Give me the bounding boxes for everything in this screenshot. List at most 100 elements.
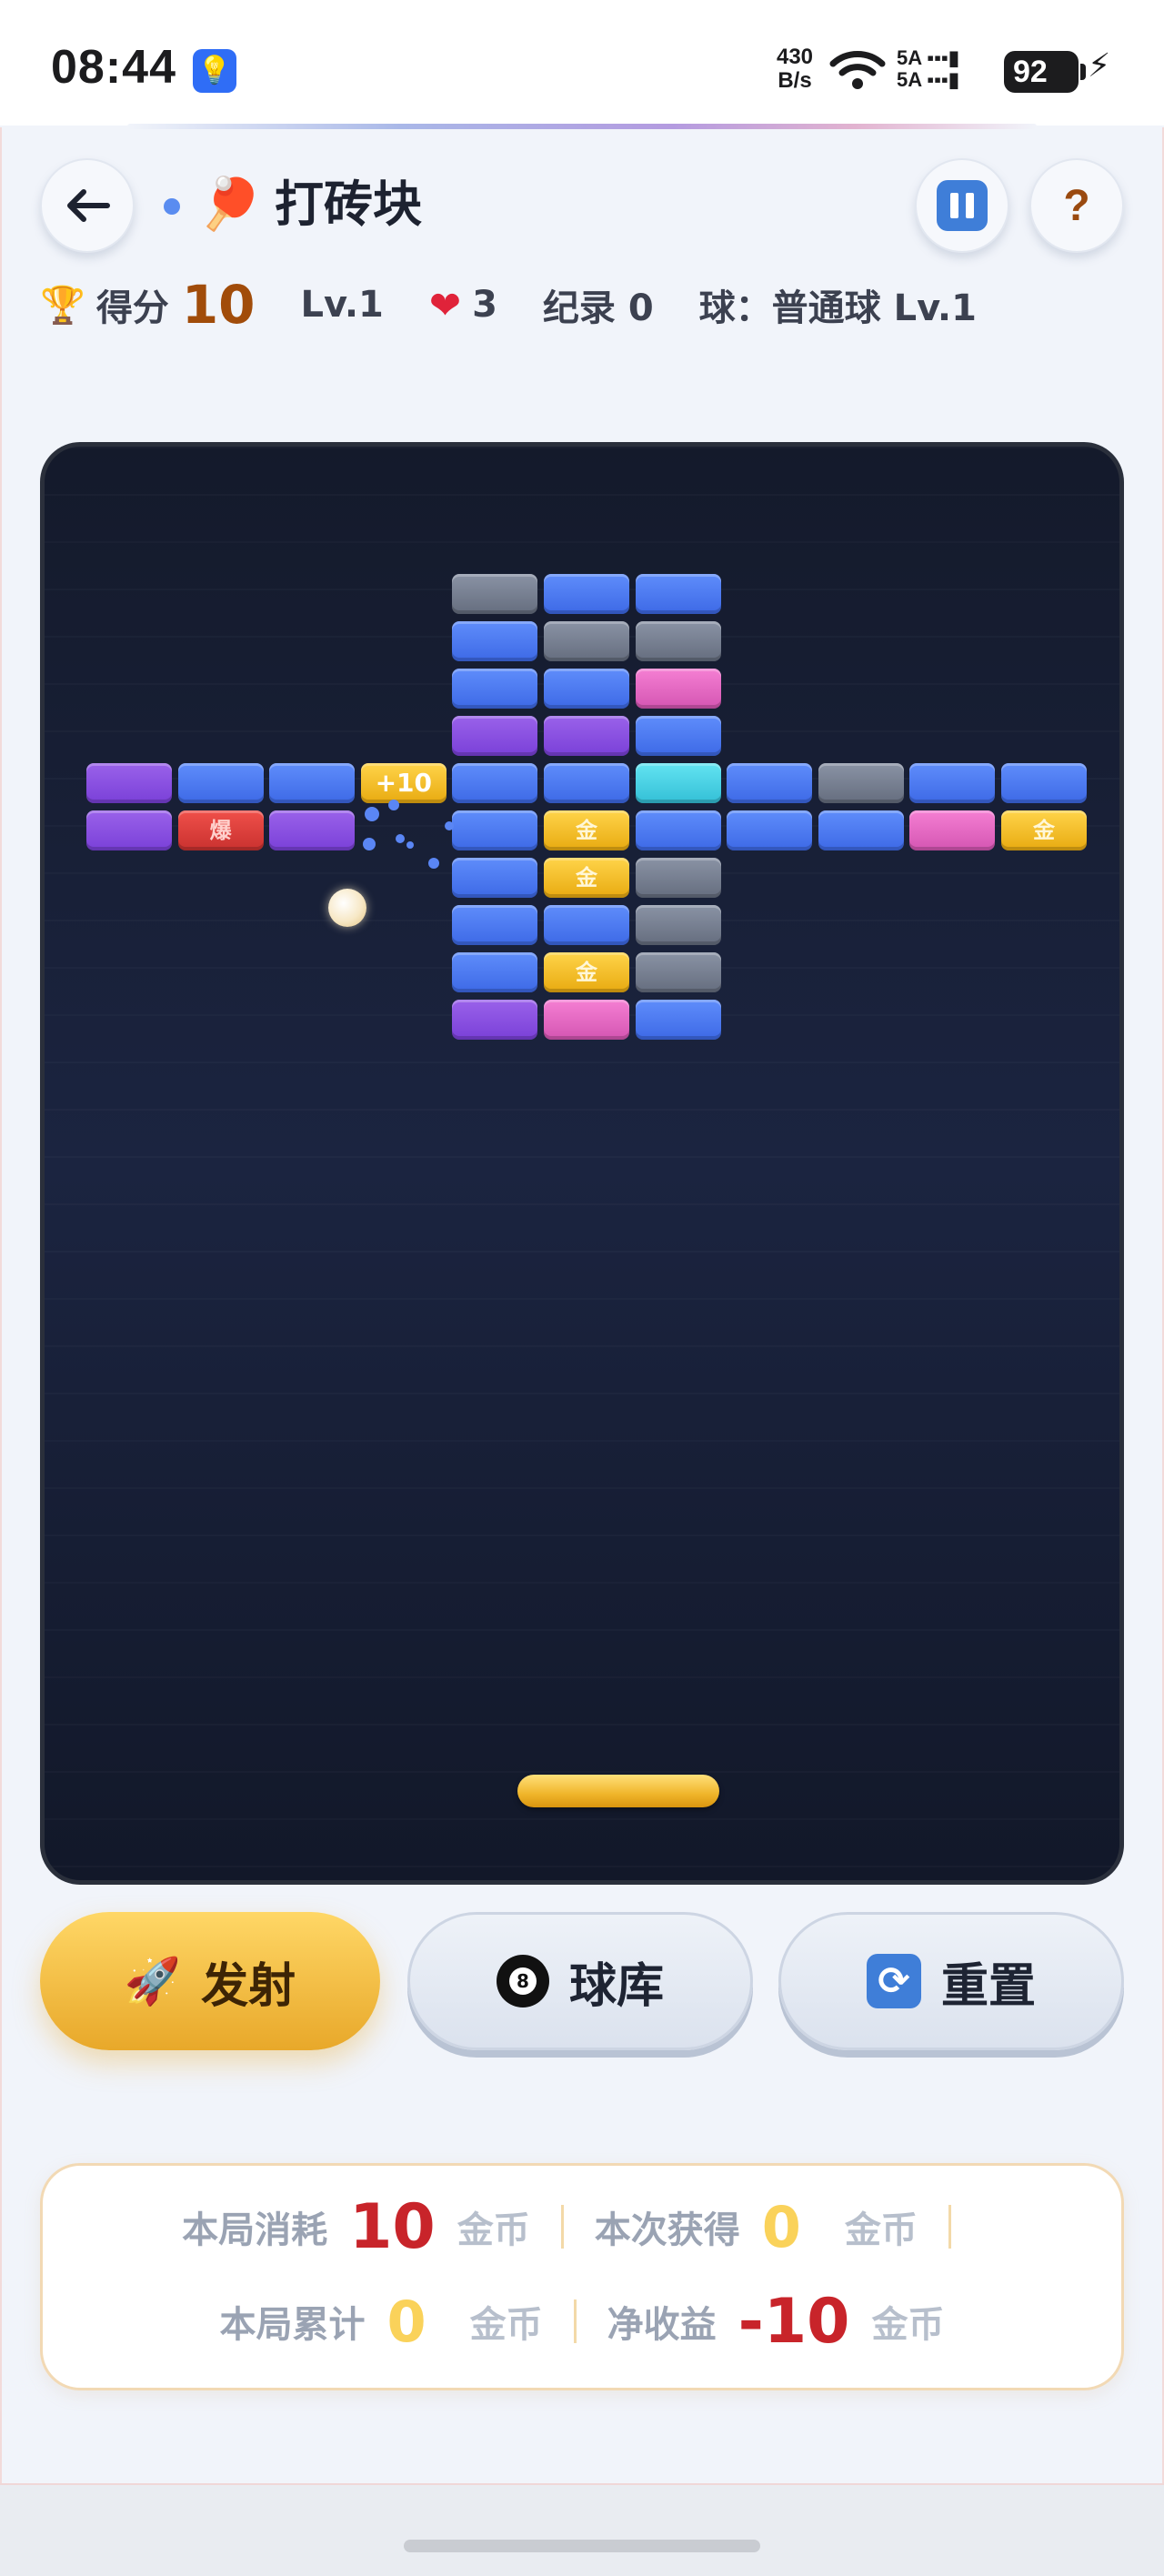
fire-label: 发射 xyxy=(201,1958,296,2014)
brick-blue xyxy=(269,763,356,803)
brick-blue xyxy=(452,763,538,803)
brick-blue xyxy=(544,669,629,709)
brick-pink xyxy=(544,1000,629,1040)
brick-red: 爆 xyxy=(177,810,264,850)
ball xyxy=(328,889,366,927)
total-value: 0 xyxy=(386,2288,426,2355)
brick-blue xyxy=(452,621,538,661)
board-grid-lines xyxy=(45,447,1119,1880)
brick-gray xyxy=(544,621,629,661)
brick-purple xyxy=(269,810,356,850)
reset-button[interactable]: ⟳ 重置 xyxy=(778,1912,1124,2050)
hit-particle xyxy=(396,834,405,843)
back-button[interactable] xyxy=(40,158,135,253)
divider xyxy=(560,2205,564,2249)
home-indicator[interactable] xyxy=(404,2540,760,2552)
economy-row: 本局消耗 10 金币 本次获得 0 金币 xyxy=(43,2186,1121,2268)
lives-value: 3 xyxy=(472,284,497,326)
brick-blue xyxy=(452,952,538,992)
brick-gray xyxy=(635,858,721,898)
brick-purple xyxy=(86,810,172,850)
network-speed-value: 430 xyxy=(776,45,814,69)
brick-blue xyxy=(452,810,538,850)
brick-pink xyxy=(635,669,721,709)
brick-purple xyxy=(452,716,538,756)
bulb-icon: 💡 xyxy=(193,49,236,93)
brick-gold: 金 xyxy=(544,810,629,850)
hit-particle xyxy=(363,838,376,850)
brick-gold: 金 xyxy=(1001,810,1087,850)
spent-label: 本局消耗 xyxy=(182,2209,328,2251)
brick-gold: 金 xyxy=(544,858,629,898)
score-label: 得分 xyxy=(95,287,169,329)
brick-blue xyxy=(544,574,629,614)
signal-indicator: 5A ▪▪▪▮ 5A ▪▪▪▮ xyxy=(897,46,959,91)
brick-blue xyxy=(818,810,904,850)
paddle[interactable] xyxy=(517,1775,719,1807)
hit-particle xyxy=(365,807,379,821)
economy-panel: 本局消耗 10 金币 本次获得 0 金币 本局累计 0 金币 净收益 -10 金… xyxy=(40,2163,1124,2390)
heart-icon: ❤ xyxy=(428,282,462,327)
net-label: 净收益 xyxy=(607,2304,717,2346)
coin-unit: 金币 xyxy=(469,2304,543,2346)
brick-purple xyxy=(86,763,172,803)
level-value: Lv.1 xyxy=(300,284,384,326)
arrow-left-icon xyxy=(67,189,110,222)
fire-button[interactable]: 🚀 发射 xyxy=(40,1912,380,2050)
divider xyxy=(573,2299,577,2343)
brick-purple xyxy=(452,1000,538,1040)
net-value: -10 xyxy=(738,2285,850,2358)
network-speed-unit: B/s xyxy=(778,68,812,93)
ball-type: 球：普通球 Lv.1 xyxy=(698,287,977,329)
status-dot xyxy=(164,198,180,215)
accent-divider xyxy=(127,124,1037,129)
wifi-icon xyxy=(829,51,886,89)
coin-unit: 金币 xyxy=(457,2209,530,2251)
brick-blue xyxy=(177,763,264,803)
brick-gray xyxy=(635,905,721,945)
help-button[interactable]: ? xyxy=(1029,158,1124,253)
brick-gray xyxy=(452,574,538,614)
brick-blue xyxy=(544,763,629,803)
pause-button[interactable] xyxy=(915,158,1009,253)
hit-particle xyxy=(428,858,439,869)
network-speed: 430 B/s xyxy=(768,45,822,93)
trophy-icon: 🏆 xyxy=(40,284,85,327)
brick-blue xyxy=(635,716,721,756)
ball-library-button[interactable]: 8 球库 xyxy=(407,1912,753,2050)
hit-particle xyxy=(445,821,454,830)
brick-purple xyxy=(544,716,629,756)
brick-gold: 金 xyxy=(544,952,629,992)
game-board[interactable]: +10 爆金金金金 xyxy=(40,442,1124,1885)
hit-particle xyxy=(388,800,399,810)
brick-blue xyxy=(452,858,538,898)
brick-blue xyxy=(727,810,813,850)
earned-label: 本次获得 xyxy=(594,2209,740,2251)
record-value: 纪录 0 xyxy=(542,287,654,329)
brick-blue xyxy=(635,574,721,614)
refresh-icon: ⟳ xyxy=(866,1954,921,2008)
spent-value: 10 xyxy=(349,2190,436,2263)
brick-bonus: +10 xyxy=(360,763,447,803)
status-bar: 08:44 💡 430 B/s 5A ▪▪▪▮ 5A ▪▪▪▮ 92 ⚡ xyxy=(0,0,1164,126)
brick-gray xyxy=(635,621,721,661)
page-title: 打砖块 xyxy=(275,176,422,233)
8-ball-icon: 8 xyxy=(496,1955,549,2007)
sim1-label: 5A xyxy=(897,46,922,69)
coin-unit: 金币 xyxy=(844,2209,918,2251)
brick-pink xyxy=(909,810,996,850)
rocket-icon: 🚀 xyxy=(124,1954,182,2007)
battery-indicator: 92 xyxy=(1004,51,1086,93)
question-icon: ? xyxy=(1063,181,1090,230)
pause-icon xyxy=(937,180,988,231)
stats-row: 🏆 得分 10 Lv.1 ❤ 3 纪录 0 球：普通球 Lv.1 xyxy=(40,273,977,337)
hit-particle xyxy=(406,841,414,849)
earned-value: 0 xyxy=(761,2193,801,2260)
ball-library-label: 球库 xyxy=(568,1958,664,2014)
brick-blue xyxy=(452,905,538,945)
total-label: 本局累计 xyxy=(219,2304,366,2346)
ping-pong-icon: 🏓 xyxy=(198,175,262,234)
reset-label: 重置 xyxy=(940,1958,1036,2014)
economy-row: 本局累计 0 金币 净收益 -10 金币 xyxy=(43,2280,1121,2362)
brick-gray xyxy=(818,763,904,803)
